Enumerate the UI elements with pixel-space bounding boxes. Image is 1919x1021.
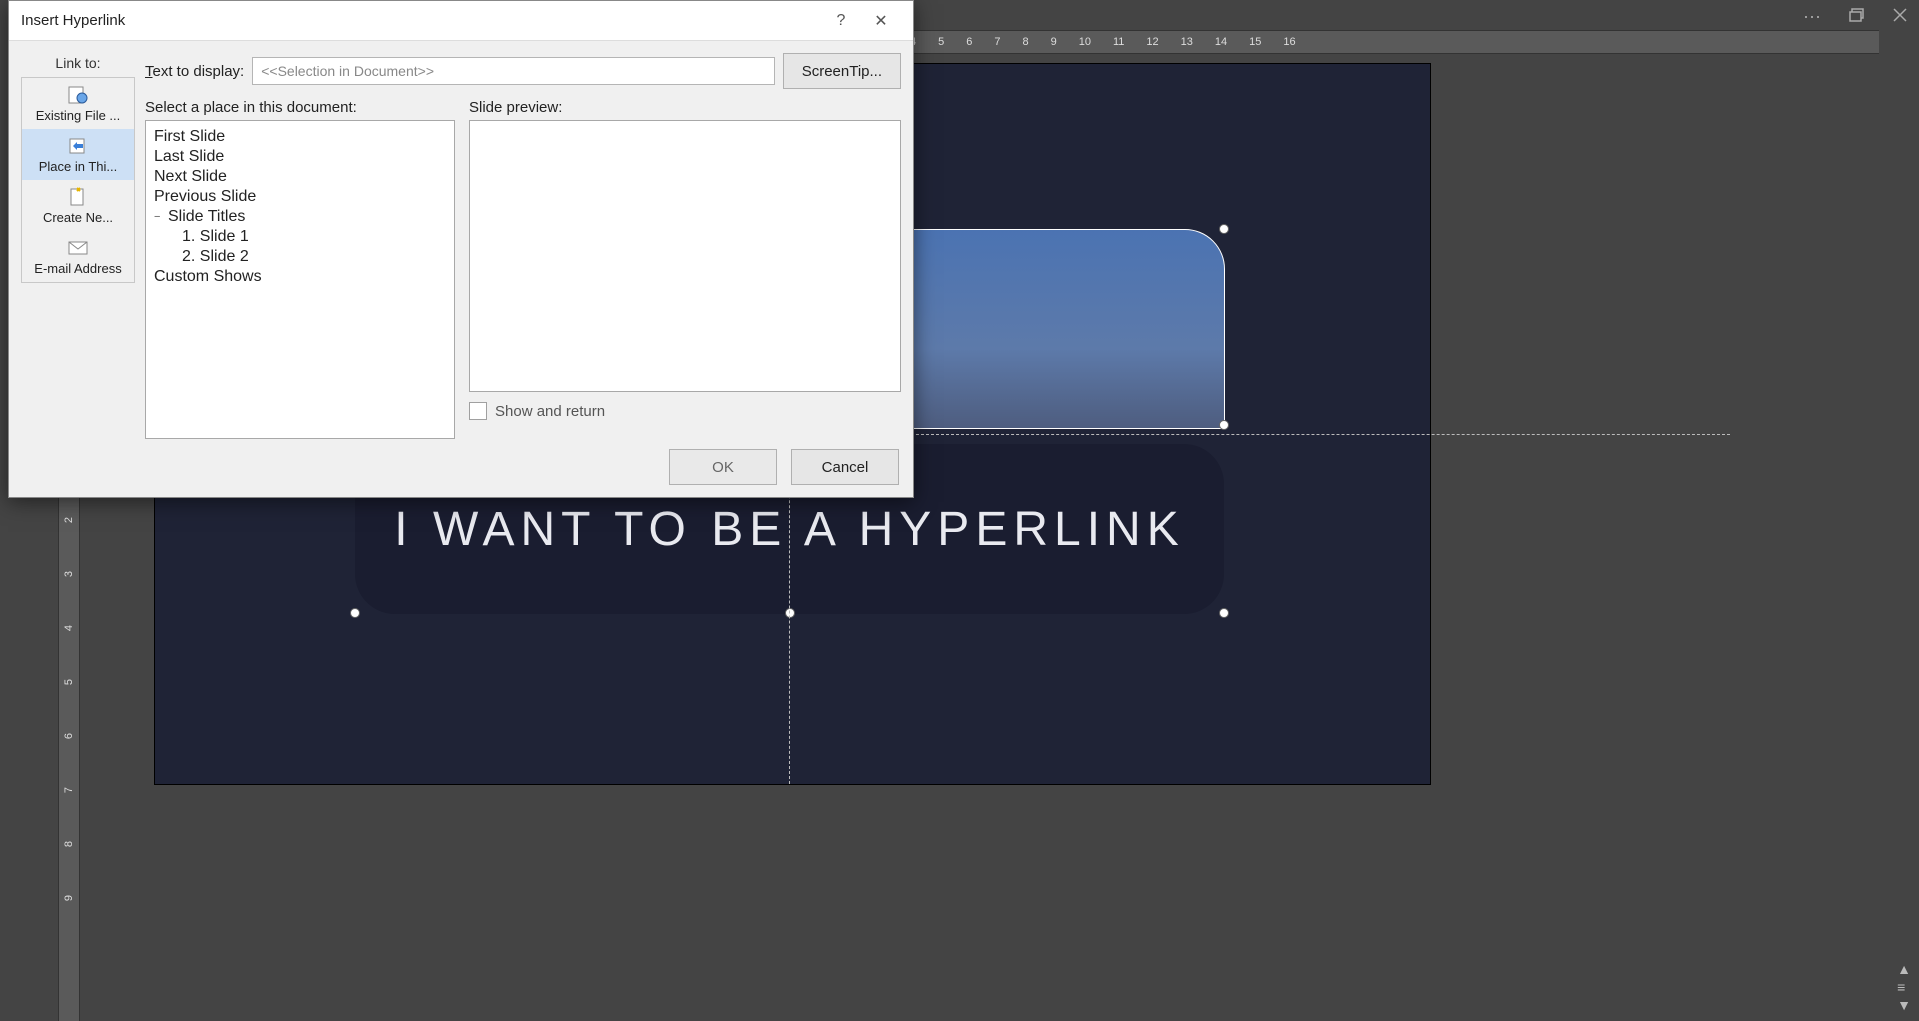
restore-icon[interactable] <box>1849 6 1865 27</box>
dialog-titlebar[interactable]: Insert Hyperlink ? ✕ <box>9 1 913 41</box>
text-to-display-input[interactable] <box>252 57 774 85</box>
linkto-label: Create Ne... <box>43 210 113 225</box>
linkto-label: Place in Thi... <box>39 159 118 174</box>
link-to-list: Existing File ... Place in Thi... Create… <box>21 77 135 283</box>
file-web-icon <box>64 84 92 106</box>
tree-custom-shows[interactable]: Custom Shows <box>154 267 446 287</box>
selection-handle[interactable] <box>785 608 795 618</box>
screentip-button[interactable]: ScreenTip... <box>783 53 901 89</box>
linkto-label: Existing File ... <box>36 108 121 123</box>
app-background: ··· 45678910111213141516 23456789 I WANT… <box>0 0 1919 1021</box>
linkto-create-new[interactable]: Create Ne... <box>22 180 134 231</box>
tree-collapse-icon[interactable]: − <box>154 211 160 223</box>
slide-preview-label: Slide preview: <box>469 99 901 116</box>
prev-slide-icon[interactable]: ▲ <box>1897 961 1911 977</box>
selection-handle[interactable] <box>1219 420 1229 430</box>
show-and-return-checkbox[interactable] <box>469 402 487 420</box>
insert-hyperlink-dialog: Insert Hyperlink ? ✕ Link to: Existing F… <box>8 0 914 498</box>
linkto-email[interactable]: E-mail Address <box>22 231 134 282</box>
text-to-display-label: Text to display: <box>145 63 244 80</box>
help-icon[interactable]: ? <box>821 12 861 30</box>
window-controls: ··· <box>1803 6 1907 27</box>
tree-slide-titles[interactable]: −Slide Titles <box>154 207 446 227</box>
tree-next-slide[interactable]: Next Slide <box>154 167 446 187</box>
email-icon <box>64 237 92 259</box>
slide-nav-arrows: ▲ ≡ ▼ <box>1897 961 1911 1013</box>
dialog-title-text: Insert Hyperlink <box>21 12 125 29</box>
selection-handle[interactable] <box>1219 608 1229 618</box>
selection-handle[interactable] <box>350 608 360 618</box>
slide-preview-box <box>469 120 901 392</box>
tree-first-slide[interactable]: First Slide <box>154 127 446 147</box>
tree-previous-slide[interactable]: Previous Slide <box>154 187 446 207</box>
ok-button[interactable]: OK <box>669 449 777 485</box>
cancel-button[interactable]: Cancel <box>791 449 899 485</box>
selected-blue-shape[interactable] <box>863 229 1225 429</box>
linkto-place-in-doc[interactable]: Place in Thi... <box>22 129 134 180</box>
new-doc-icon <box>64 186 92 208</box>
tree-slide-2[interactable]: 2. Slide 2 <box>154 247 446 267</box>
select-place-label: Select a place in this document: <box>145 99 455 116</box>
close-icon[interactable] <box>1893 6 1907 27</box>
nav-sep-icon: ≡ <box>1897 979 1911 995</box>
tree-slide-1[interactable]: 1. Slide 1 <box>154 227 446 247</box>
close-icon[interactable]: ✕ <box>861 11 901 31</box>
linkto-existing-file[interactable]: Existing File ... <box>22 78 134 129</box>
linkto-label: E-mail Address <box>34 261 121 276</box>
show-and-return-label: Show and return <box>495 403 605 420</box>
selection-handle[interactable] <box>1219 224 1229 234</box>
next-slide-icon[interactable]: ▼ <box>1897 997 1911 1013</box>
link-to-label: Link to: <box>21 53 135 77</box>
place-in-doc-icon <box>64 135 92 157</box>
tree-last-slide[interactable]: Last Slide <box>154 147 446 167</box>
place-tree[interactable]: First Slide Last Slide Next Slide Previo… <box>145 120 455 439</box>
ribbon-options-icon[interactable]: ··· <box>1803 6 1821 27</box>
